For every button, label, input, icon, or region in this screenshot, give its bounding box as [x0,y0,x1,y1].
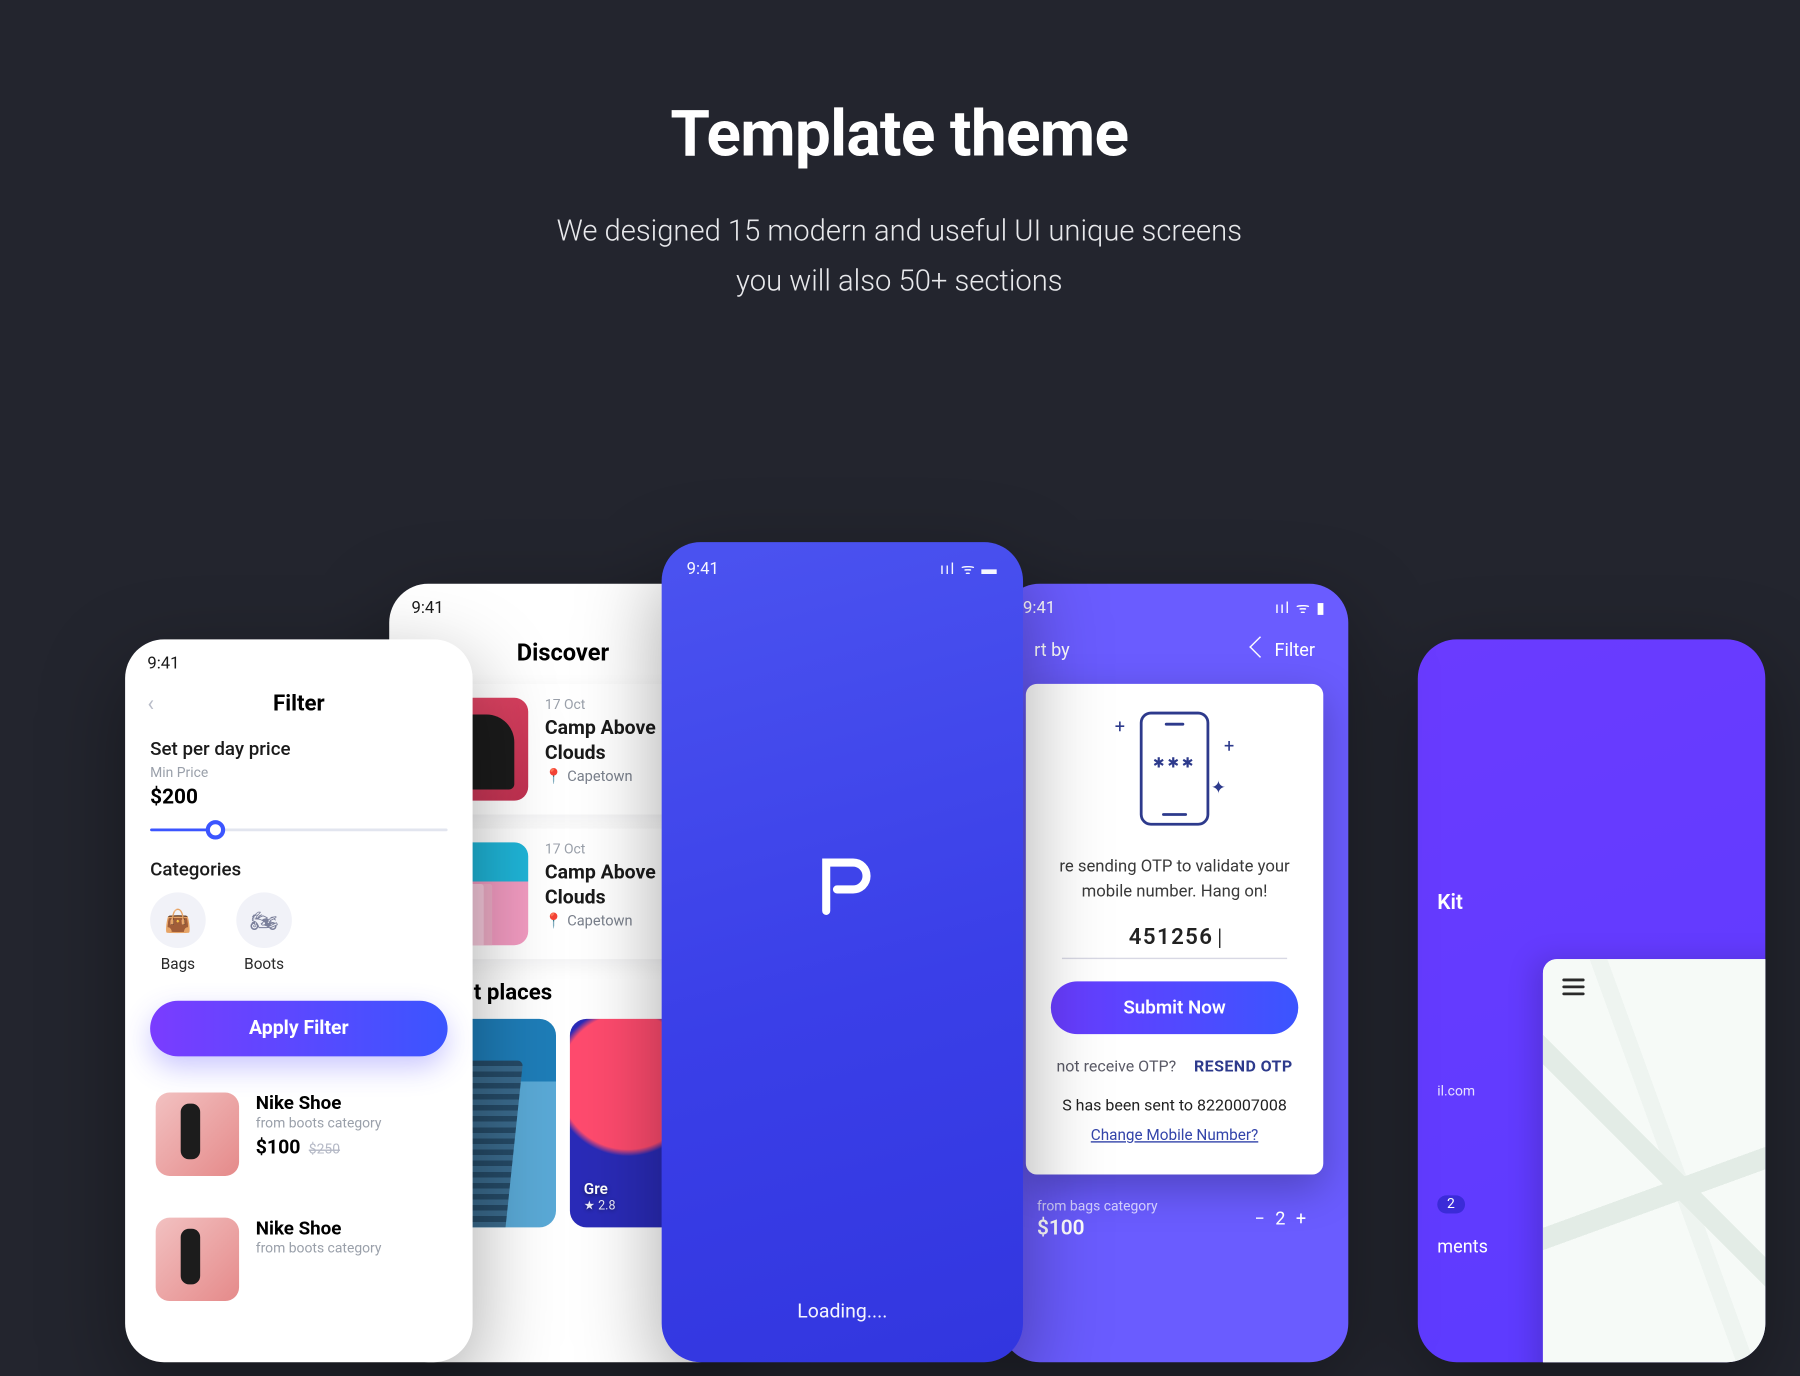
email-fragment: il.com [1437,1084,1475,1099]
otp-topbar: rt by Filter [1001,632,1348,661]
status-bar: 9:41 ııl ᯤ ▬ [662,542,1023,596]
status-icons: ııl ᯤ ▮ [1275,598,1326,619]
product-from: from boots category [256,1116,382,1131]
otp-card: ✱✱✱ ++✦ re sending OTP to validate your … [1026,684,1323,1175]
phone-filter: 9:41 ‹ Filter Set per day price Min Pric… [125,639,473,1362]
category-bags[interactable]: 👜 Bags [150,892,206,973]
status-time: 9:41 [687,559,719,580]
status-bar: 9:41 ııl ᯤ ▮ [1001,584,1348,633]
phone-mockups: Kit il.com 2 ments 📍 9:41 ııl ᯤ ▮ rt by … [0,542,1799,1376]
qty-value: 2 [1275,1209,1285,1230]
back-icon[interactable]: ‹ [147,689,154,715]
otp-code-input[interactable]: 451256 [1051,923,1298,949]
change-number-link[interactable]: Change Mobile Number? [1051,1126,1298,1144]
category-boots[interactable]: 🏍 Boots [236,892,292,973]
filter-link[interactable]: Filter [1252,641,1315,662]
product-image [156,1218,239,1301]
product-row[interactable]: Nike Shoe from boots category [147,1204,450,1315]
status-time: 9:41 [147,653,179,672]
submit-now-button[interactable]: Submit Now [1051,981,1298,1034]
menu-icon[interactable] [1562,979,1584,996]
slider-knob[interactable] [206,820,225,839]
phone-splash: 9:41 ııl ᯤ ▬ Loading.... [662,542,1023,1362]
place-rating: ★ 2.8 [584,1200,616,1214]
app-logo-icon [802,843,883,929]
otp-phone-icon: ✱✱✱ ++✦ [1126,712,1223,837]
filter-icon [1249,636,1271,658]
product-price: $100$250 [256,1137,382,1159]
hero-subtitle: We designed 15 modern and useful UI uniq… [0,209,1799,308]
divider [1062,958,1287,959]
pin-icon: 📍 [545,912,563,930]
status-bar: 9:41 [125,639,473,686]
set-price-label: Set per day price [150,738,447,760]
status-time: 9:41 [411,598,443,617]
map-card[interactable]: 📍 [1543,959,1765,1362]
otp-message: re sending OTP to validate your mobile n… [1051,853,1298,903]
boot-icon: 🏍 [236,892,292,948]
qty-plus[interactable]: + [1290,1209,1312,1230]
price-slider[interactable] [150,820,447,839]
category-row: 👜 Bags 🏍 Boots [150,892,447,973]
price-label: $100 [1037,1215,1158,1240]
phone-otp: 9:41 ııl ᯤ ▮ rt by Filter ✱✱✱ ++✦ re sen… [1001,584,1348,1362]
phone-map: Kit il.com 2 ments 📍 [1418,639,1766,1362]
sort-by-label[interactable]: rt by [1034,641,1070,662]
bag-icon: 👜 [150,892,206,948]
product-name: Nike Shoe [256,1093,382,1115]
min-price-value: $200 [150,784,447,809]
status-icons: ııl ᯤ ▬ [940,559,998,580]
loading-text: Loading.... [662,1301,1023,1323]
count-badge: 2 [1437,1195,1464,1213]
kit-label: Kit [1437,890,1463,915]
otp-below-row: from bags category $100 − 2 + [1037,1200,1312,1240]
quantity-stepper[interactable]: − 2 + [1249,1209,1313,1230]
product-image [156,1093,239,1176]
place-name: Gre [584,1180,608,1198]
hero-section: Template theme We designed 15 modern and… [0,0,1799,308]
product-from: from boots category [256,1241,382,1256]
filter-title: Filter [273,689,325,715]
apply-filter-button[interactable]: Apply Filter [150,1001,447,1057]
resend-row: not receive OTP? RESEND OTP [1051,1056,1298,1075]
hero-title: Template theme [0,97,1799,172]
from-category: from bags category [1037,1200,1158,1215]
pin-icon: 📍 [545,767,563,785]
min-price-label: Min Price [150,766,447,781]
filter-header: ‹ Filter [125,687,473,730]
product-row[interactable]: Nike Shoe from boots category $100$250 [147,1079,450,1190]
qty-minus[interactable]: − [1249,1209,1271,1230]
ments-label: ments [1437,1237,1488,1258]
resend-otp-link[interactable]: RESEND OTP [1194,1056,1293,1075]
status-time: 9:41 [1023,598,1055,619]
otp-sent-text: S has been sent to 8220007008 [1051,1095,1298,1114]
map-surface[interactable] [1543,959,1765,1362]
product-name: Nike Shoe [256,1218,382,1240]
categories-label: Categories [150,859,447,881]
